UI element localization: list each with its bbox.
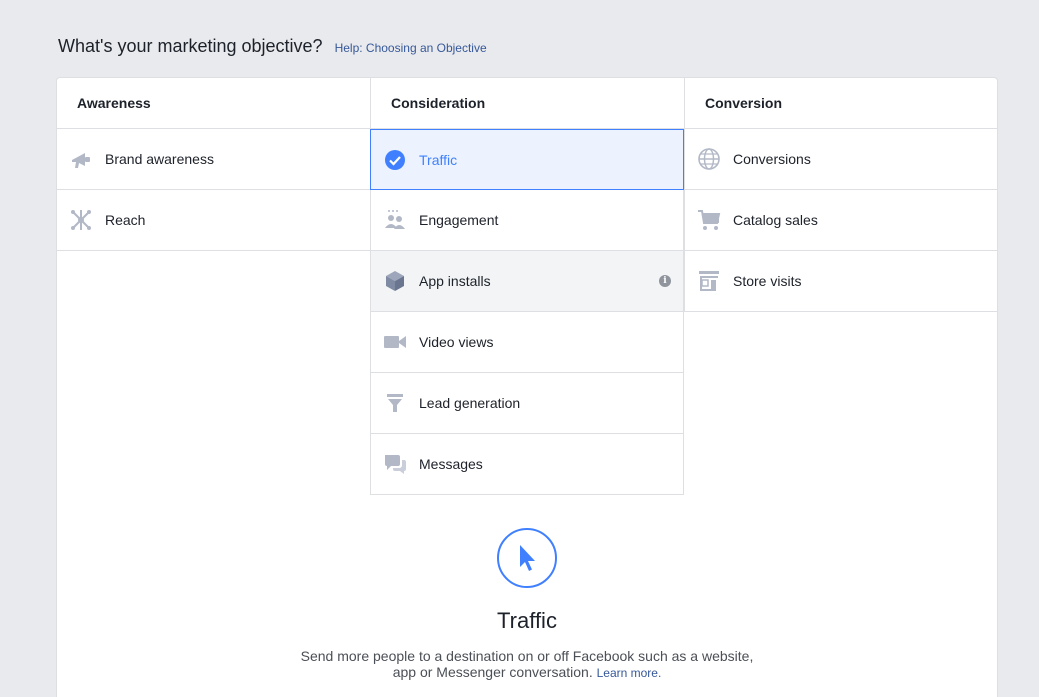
objective-conversions[interactable]: Conversions [684,129,997,190]
detail-title: Traffic [497,608,557,633]
awareness-column: Awareness Brand awareness Reach [57,78,370,251]
objective-label: Reach [105,212,146,228]
check-circle-icon [383,148,407,172]
objective-label: App installs [419,273,491,289]
awareness-heading: Awareness [57,78,370,129]
consideration-heading: Consideration [370,78,684,129]
objective-traffic[interactable]: Traffic [370,129,684,190]
store-icon [697,269,721,293]
objective-label: Store visits [733,273,802,289]
video-camera-icon [383,330,407,354]
cube-icon [383,269,407,293]
objective-label: Conversions [733,151,811,167]
objective-messages[interactable]: Messages [370,434,684,495]
objective-lead-generation[interactable]: Lead generation [370,373,684,434]
objective-store-visits[interactable]: Store visits [684,251,997,312]
reach-icon [69,208,93,232]
funnel-icon [383,391,407,415]
objective-label: Video views [419,334,494,350]
objective-label: Lead generation [419,395,521,411]
objective-reach[interactable]: Reach [57,190,370,251]
objective-detail: Traffic Send more people to a destinatio… [57,528,997,681]
objective-video-views[interactable]: Video views [370,312,684,373]
objective-label: Traffic [419,151,458,168]
conversion-heading: Conversion [684,78,997,129]
cursor-icon [497,528,557,588]
detail-description: Send more people to a destination on or … [57,648,997,681]
people-icon [383,208,407,232]
description-line-2: app or Messenger conversation. [392,664,593,680]
megaphone-icon [69,147,93,171]
page-title: What's your marketing objective? [58,36,323,56]
learn-more-link[interactable]: Learn more. [597,666,662,680]
description-line-1: Send more people to a destination on or … [300,648,754,664]
objective-catalog-sales[interactable]: Catalog sales [684,190,997,251]
help-link[interactable]: Help: Choosing an Objective [335,41,487,55]
conversion-column: Conversion Conversions Catalog sales Sto… [684,78,997,312]
cart-icon [697,208,721,232]
objective-label: Catalog sales [733,212,818,228]
objective-label: Messages [419,456,483,472]
globe-icon [697,147,721,171]
consideration-column: Consideration Traffic Engagement App ins… [370,78,684,495]
chat-bubbles-icon [383,452,407,476]
objective-brand-awareness[interactable]: Brand awareness [57,129,370,190]
info-icon[interactable]: i [659,275,671,287]
objective-label: Brand awareness [105,151,214,167]
objective-app-installs[interactable]: App installs i [370,251,684,312]
objective-panel: Awareness Brand awareness Reach Consider… [56,77,998,697]
objective-header: What's your marketing objective? Help: C… [58,36,487,57]
objective-engagement[interactable]: Engagement [370,190,684,251]
objective-label: Engagement [419,212,499,228]
